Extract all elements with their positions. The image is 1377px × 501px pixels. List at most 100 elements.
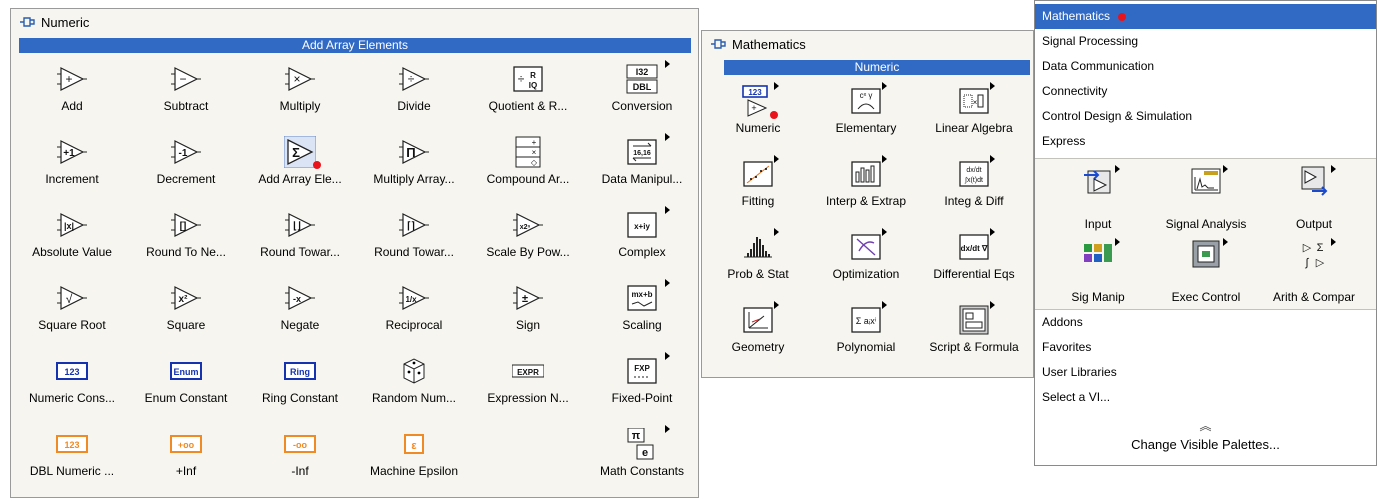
palette-item-minus-inf[interactable]: -oo -Inf [243,422,357,495]
palette-item-multiply-array[interactable]: Π Multiply Array... [357,130,471,203]
palette-item-ring-constant[interactable]: Ring Ring Constant [243,349,357,422]
submenu-arrow-icon [882,155,887,163]
menu-item-data-communication[interactable]: Data Communication [1035,54,1376,79]
palette-item-add[interactable]: + Add [15,57,129,130]
subpalette-interp-extrap[interactable]: Interp & Extrap [812,152,920,225]
palette-item-dbl-numeric-constant[interactable]: 123 DBL Numeric ... [15,422,129,495]
subpalette-polynomial[interactable]: Σ aᵢxⁱ Polynomial [812,298,920,371]
subpalette-optimization[interactable]: Optimization [812,225,920,298]
sign-icon: ± [512,282,544,314]
subpalette-label: Linear Algebra [935,121,1013,135]
change-visible-palettes-button[interactable]: Change Visible Palettes... [1035,437,1376,452]
submenu-arrow-icon [990,155,995,163]
palette-item-enum-constant[interactable]: Enum Enum Constant [129,349,243,422]
palette-item-label: Divide [397,99,431,113]
round-down-icon: ⌊⌋ [284,209,316,241]
palette-item-absolute-value[interactable]: |x| Absolute Value [15,203,129,276]
geometry-icon [742,304,774,336]
palette-item-round-down[interactable]: ⌊⌋ Round Towar... [243,203,357,276]
express-sig-manip[interactable]: Sig Manip [1043,234,1153,307]
subpalette-integ-diff[interactable]: dx/dt ∫x(t)dt Integ & Diff [920,152,1028,225]
svg-text:Σ: Σ [1317,242,1324,254]
palette-item-complex[interactable]: x+iy Complex [585,203,699,276]
palette-item-divide[interactable]: ÷ Divide [357,57,471,130]
palette-item-add-array-elements[interactable]: Σ Add Array Ele... [243,130,357,203]
svg-text:√: √ [66,292,73,306]
palette-item-numeric-constant[interactable]: 123 Numeric Cons... [15,349,129,422]
subpalette-geometry[interactable]: Geometry [704,298,812,371]
palette-item-scale-power[interactable]: x2ⁿ Scale By Pow... [471,203,585,276]
palette-item-data-manipulation[interactable]: 16,16 Data Manipul... [585,130,699,203]
subpalette-differential-eqs[interactable]: dx/dt ∇ Differential Eqs [920,225,1028,298]
svg-text:±: ± [522,293,528,305]
subpalette-label: Fitting [741,194,775,208]
express-input[interactable]: Input [1043,161,1153,234]
palette-item-quotient-remainder[interactable]: ÷ R IQ Quotient & R... [471,57,585,130]
subpalette-elementary[interactable]: cˣ γ Elementary [812,79,920,152]
collapse-chevron-icon[interactable]: ︽ [1035,417,1376,434]
menu-item-select-a-vi[interactable]: Select a VI... [1035,385,1376,410]
menu-item-signal-processing[interactable]: Signal Processing [1035,29,1376,54]
integ-diff-icon: dx/dt ∫x(t)dt [958,158,990,190]
subpalette-label: Numeric [735,121,781,135]
palette-item-scaling[interactable]: mx+b Scaling [585,276,699,349]
subpalette-label: Differential Eqs [933,267,1015,281]
palette-item-square-root[interactable]: √ Square Root [15,276,129,349]
palette-item-subtract[interactable]: − Subtract [129,57,243,130]
numeric-palette-titlebar[interactable]: Numeric [11,9,698,35]
numeric-selected-bar: Add Array Elements [19,38,691,53]
menu-item-mathematics[interactable]: Mathematics [1035,4,1376,29]
palette-item-math-constants[interactable]: π e Math Constants [585,422,699,495]
palette-item-random-number[interactable]: Random Num... [357,349,471,422]
elementary-icon: cˣ γ [850,85,882,117]
scale-power-icon: x2ⁿ [512,209,544,241]
palette-item-negate[interactable]: -x Negate [243,276,357,349]
palette-item-conversion[interactable]: I32 DBL Conversion [585,57,699,130]
palette-item-increment[interactable]: +1 Increment [15,130,129,203]
subpalette-fitting[interactable]: Fitting [704,152,812,225]
add-array-elements-icon: Σ [283,135,317,169]
palette-item-multiply[interactable]: × Multiply [243,57,357,130]
svg-text:dx/dt ∇: dx/dt ∇ [961,244,988,253]
palette-item-machine-epsilon[interactable]: ε Machine Epsilon [357,422,471,495]
palette-item-expression-node[interactable]: EXPR Expression N... [471,349,585,422]
palette-item-round-nearest[interactable]: [] Round To Ne... [129,203,243,276]
palette-item-plus-inf[interactable]: +oo +Inf [129,422,243,495]
palette-item-sign[interactable]: ± Sign [471,276,585,349]
mathematics-palette-titlebar[interactable]: Mathematics [702,31,1033,57]
numeric-palette-title: Numeric [41,14,90,30]
svg-text:123: 123 [748,88,762,97]
palette-item-compound-arithmetic[interactable]: + × ◇ Compound Ar... [471,130,585,203]
palette-item-label: Random Num... [371,391,457,405]
palette-item-label: Data Manipul... [601,172,683,186]
express-exec-control[interactable]: Exec Control [1151,234,1261,307]
express-arith-compar[interactable]: ▷ Σ ∫ ▷ Arith & Compar [1259,234,1369,307]
express-signal-analysis[interactable]: Signal Analysis [1151,161,1261,234]
palette-item-reciprocal[interactable]: 1/x Reciprocal [357,276,471,349]
menu-item-control-design-simulation[interactable]: Control Design & Simulation [1035,104,1376,129]
palette-item-square[interactable]: x² Square [129,276,243,349]
palette-item-decrement[interactable]: -1 Decrement [129,130,243,203]
subpalette-numeric[interactable]: 123 + Numeric [704,79,812,152]
palette-item-label: Negate [280,318,320,332]
submenu-arrow-icon [1115,165,1120,173]
polynomial-icon: Σ aᵢxⁱ [850,304,882,336]
palette-item-label: Decrement [156,172,216,186]
arith-compar-icon: ▷ Σ ∫ ▷ [1298,238,1330,270]
thumbtack-icon[interactable] [710,38,726,50]
palette-item-label: Sign [515,318,541,332]
palette-item-fixed-point[interactable]: FXP Fixed-Point [585,349,699,422]
subpalette-prob-stat[interactable]: Prob & Stat [704,225,812,298]
svg-text:e: e [642,447,648,459]
menu-item-user-libraries[interactable]: User Libraries [1035,360,1376,385]
menu-item-connectivity[interactable]: Connectivity [1035,79,1376,104]
palette-item-round-up[interactable]: ⌈⌉ Round Towar... [357,203,471,276]
menu-item-addons[interactable]: Addons [1035,310,1376,335]
menu-item-express[interactable]: Express [1035,129,1376,154]
express-output[interactable]: Output [1259,161,1369,234]
thumbtack-icon[interactable] [19,16,35,28]
data-manipulation-icon: 16,16 [626,136,658,168]
subpalette-script-formula[interactable]: Script & Formula [920,298,1028,371]
subpalette-linear-algebra[interactable]: × Linear Algebra [920,79,1028,152]
menu-item-favorites[interactable]: Favorites [1035,335,1376,360]
